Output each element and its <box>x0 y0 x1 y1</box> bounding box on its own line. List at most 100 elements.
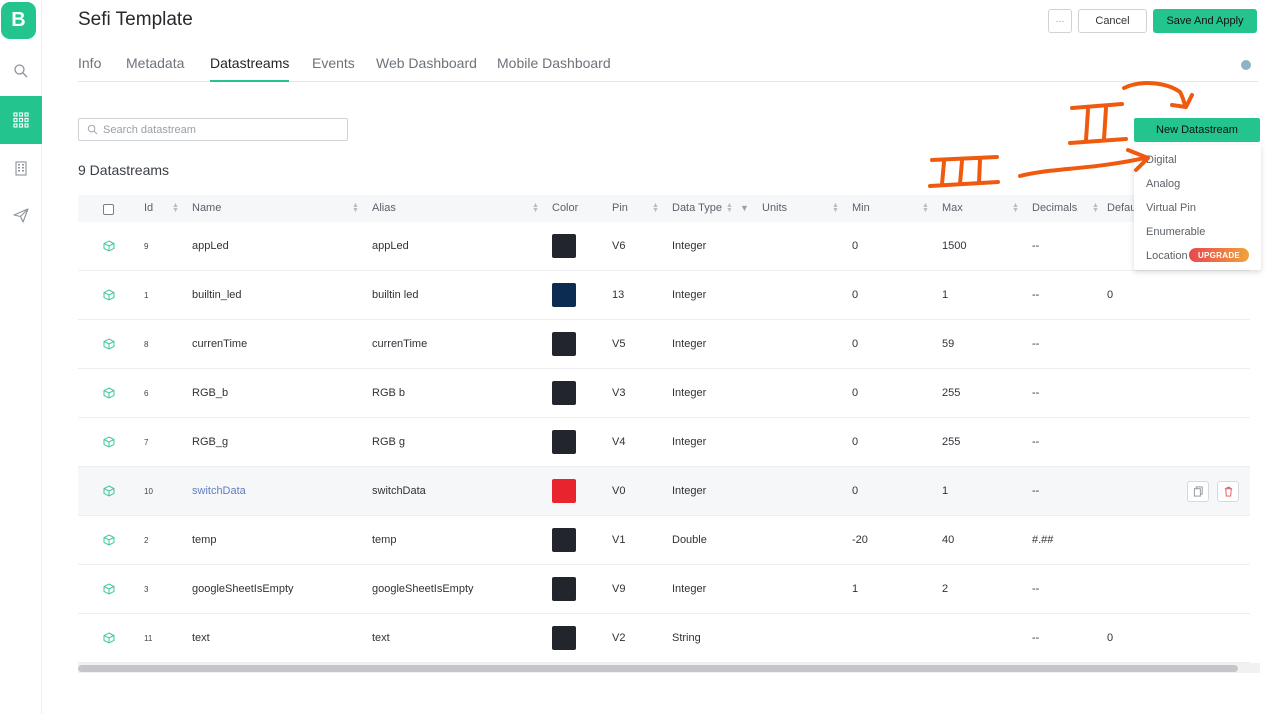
datastreams-table: Id ▲ ▼ Name ▲ ▼ Alias ▲ ▼ Color Pin ▲ ▼ Data… <box>78 195 1250 663</box>
search-nav-icon[interactable] <box>0 47 42 95</box>
column-header-default[interactable]: Defau <box>1107 202 1136 214</box>
tab-info[interactable]: Info <box>78 55 101 82</box>
cell-name[interactable]: currenTime <box>192 338 247 350</box>
sort-icon[interactable]: ▲ ▼ <box>172 202 179 214</box>
duplicate-button[interactable] <box>1187 481 1209 502</box>
cell-name[interactable]: googleSheetIsEmpty <box>192 583 294 595</box>
cell-pin: V3 <box>612 387 626 399</box>
cancel-button[interactable]: Cancel <box>1078 9 1147 33</box>
cell-name[interactable]: RGB_g <box>192 436 228 448</box>
column-header-id[interactable]: Id <box>144 202 153 214</box>
templates-nav-icon[interactable] <box>0 96 42 144</box>
organization-nav-icon[interactable] <box>0 144 42 192</box>
blynk-logo[interactable]: B <box>1 2 36 39</box>
tab-metadata[interactable]: Metadata <box>126 55 184 82</box>
cell-max: 2 <box>942 583 949 595</box>
datastream-cube-icon <box>103 632 115 644</box>
scrollbar-thumb[interactable] <box>78 665 1238 672</box>
table-row[interactable]: 10 switchData switchData V0 Integer 0 1 -- <box>78 467 1250 516</box>
sort-icon[interactable]: ▲ ▼ <box>352 202 359 214</box>
more-options-button[interactable]: ··· <box>1048 9 1072 33</box>
horizontal-scrollbar[interactable] <box>78 663 1260 673</box>
cell-min: 0 <box>852 240 859 252</box>
color-swatch <box>552 430 576 454</box>
table-row[interactable]: 8 currenTime currenTime V5 Integer 0 59 -- <box>78 320 1250 369</box>
cell-decimals: -- <box>1032 289 1040 301</box>
cell-min: 0 <box>852 387 859 399</box>
upgrade-badge[interactable]: UPGRADE <box>1189 248 1249 262</box>
column-header-alias[interactable]: Alias <box>372 202 396 214</box>
menu-item-enumerable[interactable]: Enumerable <box>1146 226 1205 238</box>
send-nav-icon[interactable] <box>0 191 42 239</box>
cell-id: 2 <box>144 536 149 545</box>
cell-decimals: -- <box>1032 338 1040 350</box>
datastream-cube-icon <box>103 387 115 399</box>
cell-data-type: Integer <box>672 485 707 497</box>
datastream-cube-icon <box>103 583 115 595</box>
cell-data-type: Double <box>672 534 707 546</box>
sort-icon[interactable]: ▲ ▼ <box>832 202 839 214</box>
cell-data-type: Integer <box>672 240 707 252</box>
color-swatch <box>552 528 576 552</box>
cell-max: 59 <box>942 338 955 350</box>
table-row[interactable]: 6 RGB_b RGB b V3 Integer 0 255 -- <box>78 369 1250 418</box>
cell-id: 1 <box>144 291 149 300</box>
menu-item-location[interactable]: Location <box>1146 250 1188 262</box>
cell-name[interactable]: temp <box>192 534 216 546</box>
cell-name[interactable]: appLed <box>192 240 229 252</box>
sort-icon[interactable]: ▲ ▼ <box>922 202 929 214</box>
cell-min: 0 <box>852 289 859 301</box>
cell-name[interactable]: builtin_led <box>192 289 242 301</box>
cell-data-type: Integer <box>672 387 707 399</box>
sort-icon[interactable]: ▲ ▼ <box>726 202 733 214</box>
sort-icon[interactable]: ▲ ▼ <box>532 202 539 214</box>
tab-mobile-dashboard[interactable]: Mobile Dashboard <box>497 55 611 82</box>
cell-name[interactable]: switchData <box>192 485 246 497</box>
table-row[interactable]: 2 temp temp V1 Double -20 40 #.## <box>78 516 1250 565</box>
select-all-checkbox[interactable] <box>103 204 114 215</box>
delete-button[interactable] <box>1217 481 1239 502</box>
sort-icon[interactable]: ▲ ▼ <box>1012 202 1019 214</box>
column-header-max[interactable]: Max <box>942 202 963 214</box>
tab-web-dashboard[interactable]: Web Dashboard <box>376 55 477 82</box>
menu-item-virtual-pin[interactable]: Virtual Pin <box>1146 202 1196 214</box>
cell-name[interactable]: RGB_b <box>192 387 228 399</box>
sort-icon[interactable]: ▲ ▼ <box>1092 202 1099 214</box>
column-header-pin[interactable]: Pin <box>612 202 628 214</box>
cell-min: 0 <box>852 338 859 350</box>
grid-icon <box>13 112 29 128</box>
table-row[interactable]: 1 builtin_led builtin led 13 Integer 0 1 -- 0 <box>78 271 1250 320</box>
cell-id: 10 <box>144 487 153 496</box>
new-datastream-dropdown: Digital Analog Virtual Pin Enumerable Lo… <box>1134 145 1261 270</box>
tab-bar: Info Metadata Datastreams Events Web Das… <box>78 55 1258 82</box>
cell-pin: V6 <box>612 240 626 252</box>
cell-alias: appLed <box>372 240 409 252</box>
column-header-units[interactable]: Units <box>762 202 787 214</box>
cell-name[interactable]: text <box>192 632 210 644</box>
table-row[interactable]: 3 googleSheetIsEmpty googleSheetIsEmpty V9 I… <box>78 565 1250 614</box>
menu-item-digital[interactable]: Digital <box>1146 154 1177 166</box>
cell-id: 8 <box>144 340 149 349</box>
send-icon <box>13 208 29 223</box>
search-icon <box>14 64 28 78</box>
column-header-decimals[interactable]: Decimals <box>1032 202 1077 214</box>
copy-icon <box>1193 486 1203 497</box>
table-row[interactable]: 7 RGB_g RGB g V4 Integer 0 255 -- <box>78 418 1250 467</box>
tab-events[interactable]: Events <box>312 55 355 82</box>
info-icon[interactable] <box>1241 60 1251 70</box>
column-header-min[interactable]: Min <box>852 202 870 214</box>
new-datastream-button[interactable]: New Datastream <box>1134 118 1260 142</box>
sort-icon[interactable]: ▲ ▼ <box>652 202 659 214</box>
filter-icon[interactable]: ▼ <box>740 203 749 213</box>
save-and-apply-button[interactable]: Save And Apply <box>1153 9 1257 33</box>
tab-datastreams[interactable]: Datastreams <box>210 55 290 82</box>
cell-decimals: -- <box>1032 436 1040 448</box>
datastream-count: 9 Datastreams <box>78 162 170 178</box>
column-header-name[interactable]: Name <box>192 202 221 214</box>
cell-decimals: #.## <box>1032 534 1054 546</box>
menu-item-analog[interactable]: Analog <box>1146 178 1180 190</box>
table-row[interactable]: 11 text text V2 String -- 0 <box>78 614 1250 663</box>
table-row[interactable]: 9 appLed appLed V6 Integer 0 1500 -- <box>78 222 1250 271</box>
search-input[interactable] <box>103 121 333 138</box>
column-header-data-type[interactable]: Data Type <box>672 202 722 214</box>
